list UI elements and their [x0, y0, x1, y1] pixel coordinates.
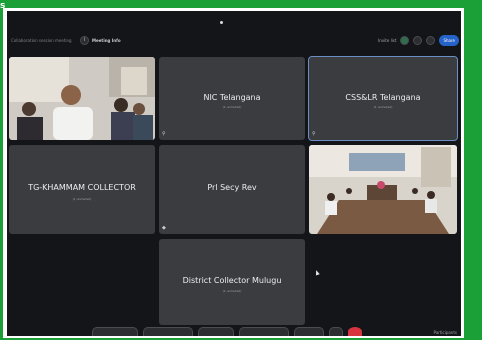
participant-status: (1 unmuted): [222, 288, 242, 293]
pin-icon: ◆: [162, 225, 166, 231]
layout-icon[interactable]: [413, 36, 423, 45]
mic-icon: ⚲: [162, 131, 166, 137]
participant-tile-prl-secy-rev[interactable]: Prl Secy Rev ◆: [159, 145, 305, 234]
participant-name: Prl Secy Rev: [207, 183, 257, 193]
video-button[interactable]: [143, 327, 193, 336]
mic-icon: ⚲: [12, 131, 16, 137]
end-call-button[interactable]: [348, 327, 362, 336]
participant-tile-nic-telangana[interactable]: NIC Telangana (1 unmuted) ⚲: [159, 57, 305, 140]
top-right-tools: Invite list Share: [378, 35, 459, 46]
info-icon: i: [80, 36, 89, 45]
meeting-name: Collaboration session meeting: [11, 38, 72, 43]
meeting-top-bar: Collaboration session meeting i Meeting …: [7, 35, 461, 49]
participant-status: (1 unmuted): [72, 196, 92, 201]
video-tile-speaker[interactable]: ⚲: [9, 57, 155, 140]
participant-name: TG-KHAMMAM COLLECTOR: [28, 183, 136, 193]
invite-label[interactable]: Invite list: [378, 38, 396, 43]
meeting-info-label: Meeting Info: [92, 38, 121, 43]
participant-name: CSS&LR Telangana: [345, 92, 421, 102]
participant-tile-cssandlr-telangana[interactable]: CSS&LR Telangana (1 unmuted) ⚲: [308, 56, 458, 141]
conference-room-video-feed: [309, 145, 457, 234]
share-screen-button[interactable]: [198, 327, 234, 336]
mic-icon: ⚲: [312, 131, 316, 137]
participant-tile-tg-khammam-collector[interactable]: TG-KHAMMAM COLLECTOR (1 unmuted): [9, 145, 155, 234]
participant-status: (1 unmuted): [373, 105, 393, 110]
participant-name: District Collector Mulugu: [182, 275, 282, 285]
share-button[interactable]: Share: [439, 35, 459, 46]
meeting-screen: Collaboration session meeting i Meeting …: [7, 11, 461, 336]
participant-tile-district-collector-mulugu[interactable]: District Collector Mulugu (1 unmuted): [159, 239, 305, 325]
mute-button[interactable]: [92, 327, 138, 336]
participant-name: NIC Telangana: [203, 92, 261, 102]
participant-status: (1 unmuted): [222, 105, 242, 110]
meeting-info-button[interactable]: i Meeting Info: [80, 36, 121, 45]
settings-icon[interactable]: [426, 36, 436, 45]
speaker-video-feed: [9, 57, 155, 140]
more-options-button[interactable]: [329, 327, 343, 336]
participants-label[interactable]: Participants: [434, 330, 458, 335]
record-button[interactable]: [239, 327, 289, 336]
meeting-controls-bar: [92, 326, 362, 336]
video-tile-conference-room[interactable]: [309, 145, 457, 234]
reactions-button[interactable]: [294, 327, 324, 336]
camera-dot: [220, 21, 223, 24]
mouse-cursor: [314, 269, 320, 276]
security-shield-icon[interactable]: [400, 36, 410, 45]
